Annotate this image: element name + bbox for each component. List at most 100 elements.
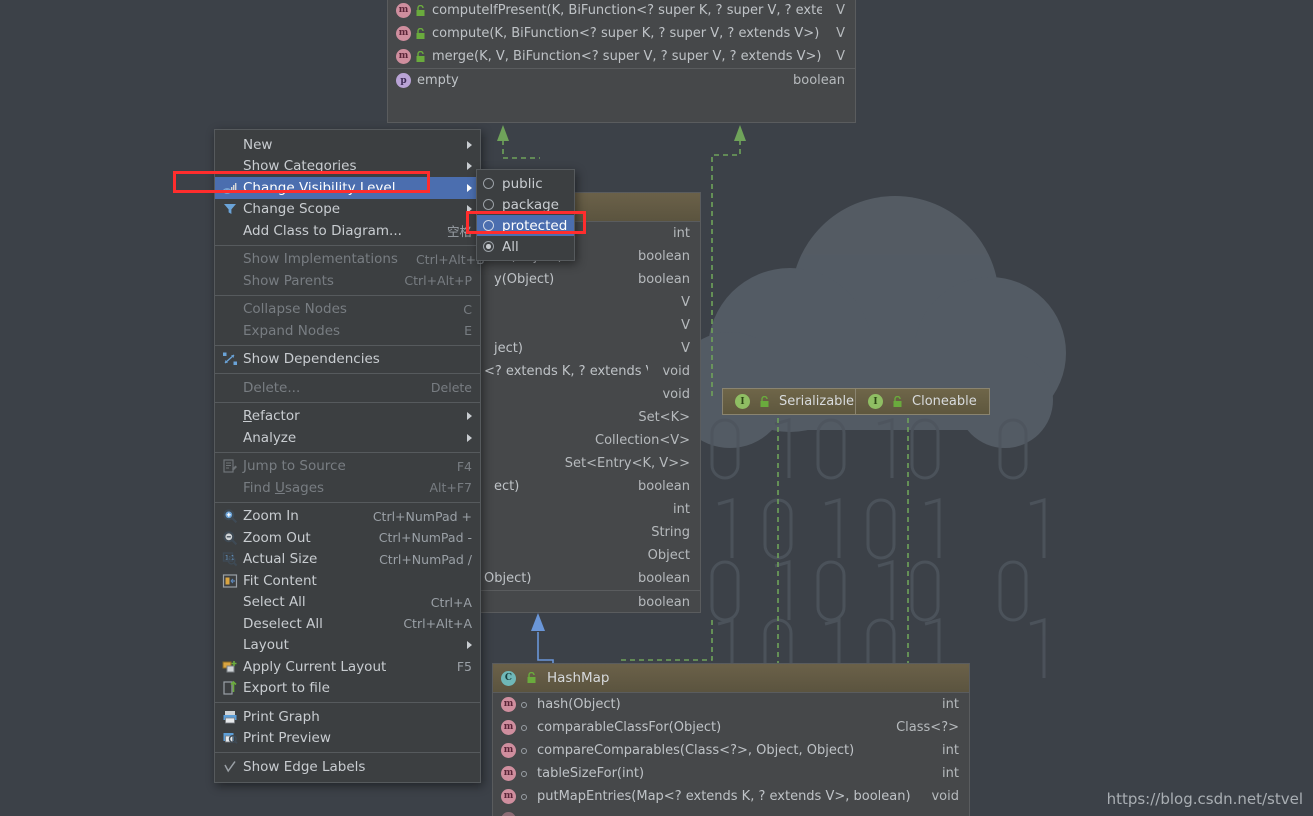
visibility-option-label: All	[502, 238, 519, 255]
visibility-icon	[219, 180, 241, 196]
radio-button-icon[interactable]	[483, 178, 494, 189]
table-row[interactable]: Collection<V>	[480, 429, 700, 452]
menu-item-change-scope[interactable]: Change Scope	[215, 199, 480, 221]
member-return-type: void	[931, 789, 959, 804]
table-row[interactable]: m merge(K, V, BiFunction<? super V, ? su…	[388, 45, 855, 68]
menu-item-icon-placeholder	[219, 137, 241, 153]
member-return-type: int	[673, 226, 690, 241]
menu-item-show-categories[interactable]: Show Categories	[215, 156, 480, 178]
menu-item-label: Refactor	[243, 408, 300, 425]
table-row[interactable]: <? extends K, ? extends V>) void	[480, 360, 700, 383]
table-row[interactable]: boolean	[480, 590, 700, 612]
method-icon: m	[501, 789, 516, 804]
menu-item-apply-current-layout[interactable]: Apply Current Layout F5	[215, 656, 480, 678]
menu-item-label: Change Visibility Level	[243, 179, 396, 196]
visibility-submenu[interactable]: public package protected All	[476, 169, 575, 261]
panel-header: C HashMap	[493, 664, 969, 693]
hashmap-panel[interactable]: C HashMap m hash(Object) int m comparabl…	[492, 663, 970, 816]
menu-item-print-graph[interactable]: Print Graph	[215, 706, 480, 728]
menu-item-change-visibility-level[interactable]: Change Visibility Level	[215, 177, 480, 199]
radio-button-icon[interactable]	[483, 199, 494, 210]
member-signature: comparableClassFor(Object)	[537, 720, 722, 735]
table-row[interactable]: ject) V	[480, 337, 700, 360]
method-icon: m	[501, 720, 516, 735]
table-row[interactable]: m comparableClassFor(Object) Class<?>	[493, 716, 969, 739]
table-row[interactable]: m compute(K, BiFunction<? super K, ? sup…	[388, 22, 855, 45]
menu-item-analyze[interactable]: Analyze	[215, 427, 480, 449]
menu-item-label: New	[243, 136, 273, 153]
menu-item-actual-size[interactable]: 1:1 Actual Size Ctrl+NumPad /	[215, 549, 480, 571]
table-row[interactable]: m compareComparables(Class<?>, Object, O…	[493, 739, 969, 762]
table-row[interactable]: Set<Entry<K, V>>	[480, 452, 700, 475]
table-row[interactable]: ect) boolean	[480, 475, 700, 498]
table-row[interactable]: m tableSizeFor(int) int	[493, 762, 969, 785]
diagram-canvas[interactable]: m computeIfAbsent(K, Function<? super K,…	[0, 0, 1313, 816]
node-serializable[interactable]: I Serializable	[722, 388, 868, 415]
menu-item-show-edge-labels[interactable]: Show Edge Labels	[215, 756, 480, 778]
menu-item-deselect-all[interactable]: Deselect All Ctrl+Alt+A	[215, 613, 480, 635]
menu-item-jump-to-source: Jump to Source F4	[215, 456, 480, 478]
menu-item-select-all[interactable]: Select All Ctrl+A	[215, 592, 480, 614]
method-icon: m	[501, 743, 516, 758]
member-return-type: V	[836, 49, 845, 64]
fit-content-icon	[219, 573, 241, 589]
table-row[interactable]: V	[480, 314, 700, 337]
menu-item-fit-content[interactable]: Fit Content	[215, 570, 480, 592]
member-return-type: Set<K>	[638, 410, 690, 425]
table-row[interactable]: m computeIfPresent(K, BiFunction<? super…	[388, 0, 855, 22]
table-row[interactable]: m	[493, 808, 969, 816]
menu-item-new[interactable]: New	[215, 134, 480, 156]
menu-item-export-to-file[interactable]: Export to file	[215, 678, 480, 700]
visibility-option-label: protected	[502, 217, 568, 234]
menu-item-layout[interactable]: Layout	[215, 635, 480, 657]
method-icon: m	[501, 812, 516, 816]
table-row[interactable]: Object) boolean	[480, 567, 700, 590]
visibility-option-protected[interactable]: protected	[477, 215, 574, 236]
table-row[interactable]: Set<K>	[480, 406, 700, 429]
node-cloneable[interactable]: I Cloneable	[855, 388, 990, 415]
member-return-type: boolean	[638, 571, 690, 586]
map-members-panel[interactable]: m computeIfAbsent(K, Function<? super K,…	[387, 0, 856, 123]
menu-item-print-preview[interactable]: Print Preview	[215, 728, 480, 750]
property-icon: p	[396, 73, 411, 88]
table-row[interactable]: void	[480, 383, 700, 406]
menu-item-zoom-out[interactable]: Zoom Out Ctrl+NumPad -	[215, 527, 480, 549]
menu-item-zoom-in[interactable]: Zoom In Ctrl+NumPad +	[215, 506, 480, 528]
radio-button-icon[interactable]	[483, 220, 494, 231]
table-row[interactable]: m hash(Object) int	[493, 693, 969, 716]
menu-item-label: Print Graph	[243, 708, 320, 725]
menu-item-shortcut: Ctrl+NumPad +	[372, 508, 472, 524]
member-signature: compareComparables(Class<?>, Object, Obj…	[537, 743, 855, 758]
menu-separator	[215, 451, 480, 453]
member-return-type: boolean	[638, 272, 690, 287]
table-row[interactable]: Object	[480, 544, 700, 567]
visibility-option-public[interactable]: public	[477, 173, 574, 194]
table-row[interactable]: y(Object) boolean	[480, 268, 700, 291]
table-row[interactable]: V	[480, 291, 700, 314]
member-return-type: int	[942, 743, 959, 758]
menu-item-icon-placeholder	[219, 380, 241, 396]
table-row[interactable]: String	[480, 521, 700, 544]
table-row[interactable]: p empty boolean	[388, 68, 855, 92]
menu-separator	[215, 244, 480, 246]
method-icon: m	[501, 766, 516, 781]
menu-item-icon-placeholder	[219, 158, 241, 174]
method-icon: m	[396, 3, 411, 18]
table-row[interactable]: int	[480, 498, 700, 521]
menu-item-refactor[interactable]: Refactor	[215, 406, 480, 428]
radio-button-icon[interactable]	[483, 241, 494, 252]
menu-item-show-dependencies[interactable]: Show Dependencies	[215, 349, 480, 371]
member-return-type: void	[662, 387, 690, 402]
context-menu[interactable]: New Show Categories Change Visibility Leve…	[214, 129, 485, 783]
menu-item-label: Change Scope	[243, 201, 341, 218]
chevron-right-icon	[467, 641, 472, 650]
menu-item-label: Find Usages	[243, 479, 325, 496]
table-row[interactable]: m putMapEntries(Map<? extends K, ? exten…	[493, 785, 969, 808]
member-return-type: void	[662, 364, 690, 379]
menu-item-delete: Delete... Delete	[215, 377, 480, 399]
menu-item-add-class-to-diagram[interactable]: Add Class to Diagram... 空格	[215, 220, 480, 242]
zoom-in-icon	[219, 508, 241, 524]
menu-separator	[215, 752, 480, 753]
visibility-option-package[interactable]: package	[477, 194, 574, 215]
visibility-option-all[interactable]: All	[477, 236, 574, 257]
